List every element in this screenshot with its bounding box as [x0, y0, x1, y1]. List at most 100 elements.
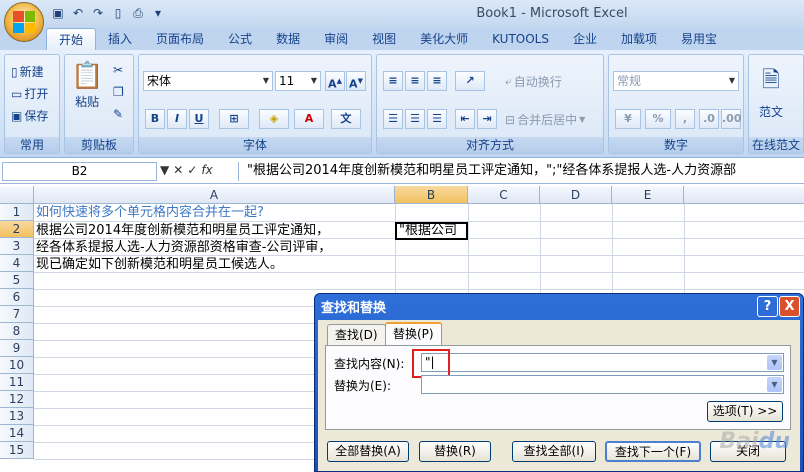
- percent-button[interactable]: %: [645, 109, 671, 129]
- tab-data[interactable]: 数据: [264, 28, 312, 50]
- column-header-d[interactable]: D: [540, 186, 612, 204]
- tab-insert[interactable]: 插入: [96, 28, 144, 50]
- font-color-icon[interactable]: A: [294, 109, 324, 129]
- align-right-icon[interactable]: ☰: [427, 109, 447, 129]
- find-input[interactable]: "| ▼: [412, 349, 784, 378]
- row-header-15[interactable]: 15: [0, 442, 34, 459]
- cell-a1[interactable]: 如何快速将多个单元格内容合并在一起?: [36, 205, 264, 221]
- increase-decimal-icon[interactable]: .0: [699, 109, 719, 129]
- paste-button[interactable]: 📋 粘贴: [71, 61, 103, 110]
- cell-a3[interactable]: 经各体系提报人选-人力资源部资格审查-公司评审，: [36, 240, 331, 256]
- row-header-8[interactable]: 8: [0, 323, 34, 340]
- row-header-10[interactable]: 10: [0, 357, 34, 374]
- bold-button[interactable]: B: [145, 109, 165, 129]
- new-button[interactable]: ▯ 新建: [11, 63, 44, 80]
- currency-icon[interactable]: ¥: [615, 109, 641, 129]
- tab-kutools[interactable]: KUTOOLS: [480, 28, 561, 50]
- comma-button[interactable]: ,: [675, 109, 695, 129]
- increase-indent-icon[interactable]: ⇥: [477, 109, 497, 129]
- find-all-button[interactable]: 查找全部(I): [512, 441, 596, 462]
- row-header-12[interactable]: 12: [0, 391, 34, 408]
- chevron-down-icon: ▼: [728, 76, 736, 85]
- cancel-icon[interactable]: ✕: [173, 163, 183, 177]
- tab-view[interactable]: 视图: [360, 28, 408, 50]
- tab-formulas[interactable]: 公式: [216, 28, 264, 50]
- italic-button[interactable]: I: [167, 109, 187, 129]
- tab-find[interactable]: 查找(D): [327, 324, 386, 345]
- row-header-13[interactable]: 13: [0, 408, 34, 425]
- row-header-6[interactable]: 6: [0, 289, 34, 306]
- cell-b2-active[interactable]: "根据公司: [395, 222, 468, 240]
- row-header-4[interactable]: 4: [0, 255, 34, 272]
- tab-easy[interactable]: 易用宝: [669, 28, 729, 50]
- name-box[interactable]: B2: [2, 162, 157, 181]
- tab-beautify[interactable]: 美化大师: [408, 28, 480, 50]
- align-bottom-icon[interactable]: ≡: [427, 71, 447, 91]
- enter-icon[interactable]: ✓: [187, 163, 197, 177]
- name-box-dropdown-icon[interactable]: ▼: [160, 163, 169, 177]
- row-header-9[interactable]: 9: [0, 340, 34, 357]
- insert-function-button[interactable]: fx: [201, 163, 212, 177]
- column-header-f[interactable]: [684, 186, 804, 204]
- chevron-down-icon[interactable]: ▼: [767, 355, 782, 370]
- essay-button[interactable]: 🗎 范文: [759, 63, 783, 120]
- replace-button[interactable]: 替换(R): [419, 441, 491, 462]
- row-header-2[interactable]: 2: [0, 221, 34, 238]
- find-next-button[interactable]: 查找下一个(F): [605, 441, 701, 462]
- column-header-c[interactable]: C: [468, 186, 540, 204]
- help-button[interactable]: ?: [757, 296, 778, 317]
- shrink-font-icon[interactable]: A▼: [346, 71, 366, 91]
- tab-page-layout[interactable]: 页面布局: [144, 28, 216, 50]
- tab-review[interactable]: 审阅: [312, 28, 360, 50]
- orientation-icon[interactable]: ↗: [455, 71, 485, 91]
- replace-input[interactable]: ▼: [421, 375, 784, 394]
- replace-label: 替换为(E):: [334, 379, 391, 393]
- save-button[interactable]: ▣ 保存: [11, 107, 48, 124]
- tab-addins[interactable]: 加载项: [609, 28, 669, 50]
- column-header-a[interactable]: A: [34, 186, 395, 204]
- chevron-down-icon[interactable]: ▼: [767, 377, 782, 392]
- font-size-select[interactable]: 11 ▼: [275, 71, 321, 91]
- row-header-3[interactable]: 3: [0, 238, 34, 255]
- open-button[interactable]: ▭ 打开: [11, 85, 48, 102]
- copy-icon[interactable]: ❐: [113, 85, 124, 99]
- decrease-decimal-icon[interactable]: .00: [721, 109, 742, 129]
- tab-home[interactable]: 开始: [46, 28, 97, 50]
- replace-all-button[interactable]: 全部替换(A): [327, 441, 409, 462]
- cell-a2[interactable]: 根据公司2014年度创新模范和明星员工评定通知，: [36, 223, 329, 239]
- office-button[interactable]: [4, 2, 44, 42]
- row-header-14[interactable]: 14: [0, 425, 34, 442]
- align-center-icon[interactable]: ☰: [405, 109, 425, 129]
- align-left-icon[interactable]: ☰: [383, 109, 403, 129]
- font-name-select[interactable]: 宋体 ▼: [143, 71, 273, 91]
- fill-color-icon[interactable]: ◈: [259, 109, 289, 129]
- underline-button[interactable]: U: [189, 109, 209, 129]
- tab-replace[interactable]: 替换(P): [385, 322, 442, 346]
- wrap-text-button[interactable]: ⤶ 自动换行: [505, 73, 562, 90]
- formula-input[interactable]: "根据公司2014年度创新模范和明星员工评定通知，";"经各体系提报人选-人力资…: [238, 162, 804, 181]
- row-header-7[interactable]: 7: [0, 306, 34, 323]
- align-top-icon[interactable]: ≡: [383, 71, 403, 91]
- decrease-indent-icon[interactable]: ⇤: [455, 109, 475, 129]
- row-header-5[interactable]: 5: [0, 272, 34, 289]
- align-middle-icon[interactable]: ≡: [405, 71, 425, 91]
- office-logo-icon: [13, 11, 35, 33]
- tab-enterprise[interactable]: 企业: [561, 28, 609, 50]
- format-painter-icon[interactable]: ✎: [113, 107, 123, 121]
- row-header-1[interactable]: 1: [0, 204, 34, 221]
- options-button[interactable]: 选项(T) >>: [707, 401, 783, 422]
- grow-font-icon[interactable]: A▲: [325, 71, 345, 91]
- document-icon: 🗎: [762, 68, 780, 93]
- phonetic-icon[interactable]: 文: [331, 109, 361, 129]
- cut-icon[interactable]: ✂: [113, 63, 123, 77]
- select-all-corner[interactable]: [0, 186, 34, 204]
- close-icon[interactable]: X: [779, 296, 800, 317]
- formula-bar: B2 ▼ ✕ ✓ fx "根据公司2014年度创新模范和明星员工评定通知，";"…: [0, 160, 804, 184]
- border-icon[interactable]: ⊞: [219, 109, 249, 129]
- row-header-11[interactable]: 11: [0, 374, 34, 391]
- column-header-e[interactable]: E: [612, 186, 684, 204]
- number-format-select[interactable]: 常规 ▼: [613, 71, 739, 91]
- merge-center-button[interactable]: ⊟ 合并后居中 ▼: [505, 111, 585, 128]
- cell-a4[interactable]: 现已确定如下创新模范和明星员工候选人。: [36, 257, 283, 273]
- column-header-b[interactable]: B: [395, 186, 468, 204]
